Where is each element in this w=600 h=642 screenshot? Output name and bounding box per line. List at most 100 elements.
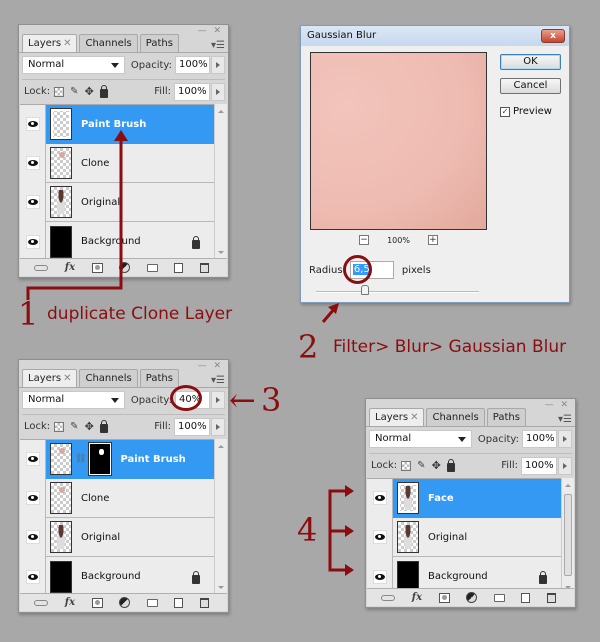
adjustment-layer-icon[interactable] bbox=[119, 597, 131, 608]
close-button[interactable]: x bbox=[541, 29, 565, 43]
fill-input[interactable]: 100% bbox=[521, 456, 557, 475]
zoom-in-button[interactable]: + bbox=[427, 235, 438, 245]
tab-channels[interactable]: Channels bbox=[79, 34, 138, 52]
layer-row[interactable]: Paint Brush bbox=[20, 104, 214, 144]
eye-icon[interactable] bbox=[372, 569, 387, 584]
layers-scrollbar[interactable] bbox=[214, 439, 227, 595]
new-group-icon[interactable] bbox=[146, 598, 158, 607]
eye-icon[interactable] bbox=[25, 530, 40, 544]
fx-icon[interactable]: fx bbox=[65, 597, 75, 608]
scroll-down-icon[interactable] bbox=[218, 586, 224, 589]
eye-icon[interactable] bbox=[372, 530, 387, 544]
fill-slider-button[interactable] bbox=[558, 456, 572, 475]
panel-window-controls[interactable]: — ✕ bbox=[198, 26, 223, 36]
add-mask-icon[interactable] bbox=[438, 592, 450, 603]
fx-icon[interactable]: fx bbox=[65, 262, 75, 273]
layer-row[interactable]: Background bbox=[20, 222, 214, 261]
eye-icon[interactable] bbox=[25, 491, 40, 505]
tab-paths[interactable]: Paths bbox=[139, 34, 179, 52]
tab-paths[interactable]: Paths bbox=[486, 408, 526, 426]
tab-channels[interactable]: Channels bbox=[79, 369, 138, 387]
trash-icon[interactable] bbox=[546, 592, 556, 603]
new-layer-icon[interactable] bbox=[174, 597, 184, 608]
trash-icon[interactable] bbox=[199, 597, 209, 608]
eye-icon[interactable] bbox=[25, 452, 40, 466]
lock-pixels-icon[interactable]: ✎ bbox=[417, 460, 425, 471]
new-layer-icon[interactable] bbox=[174, 262, 184, 273]
lock-position-icon[interactable]: ✥ bbox=[432, 459, 441, 472]
panel-window-controls[interactable]: — ✕ bbox=[198, 361, 223, 371]
new-layer-icon[interactable] bbox=[521, 592, 531, 603]
blend-mode-select[interactable]: Normal bbox=[22, 391, 125, 409]
eye-icon[interactable] bbox=[25, 569, 40, 584]
layers-scrollbar[interactable] bbox=[561, 478, 574, 595]
adjustment-layer-icon[interactable] bbox=[119, 262, 131, 273]
link-chain-icon[interactable]: ⛓ bbox=[75, 454, 86, 464]
blur-preview[interactable] bbox=[310, 52, 487, 230]
preview-checkbox[interactable]: ✓ Preview bbox=[500, 106, 552, 117]
layer-row[interactable]: Face bbox=[367, 478, 561, 518]
layer-row[interactable]: Original bbox=[20, 182, 214, 222]
radius-slider-thumb[interactable] bbox=[360, 285, 369, 295]
lock-transparency-icon[interactable] bbox=[54, 86, 65, 97]
scroll-up-icon[interactable] bbox=[565, 484, 571, 487]
opacity-input[interactable]: 100% bbox=[174, 56, 211, 74]
fill-input[interactable]: 100% bbox=[174, 417, 210, 436]
tab-layers[interactable]: Layers ✕ bbox=[22, 369, 78, 387]
fill-input[interactable]: 100% bbox=[174, 82, 210, 101]
add-mask-icon[interactable] bbox=[91, 597, 103, 608]
eye-icon[interactable] bbox=[372, 491, 387, 505]
lock-all-icon[interactable] bbox=[99, 419, 108, 433]
new-group-icon[interactable] bbox=[146, 263, 158, 272]
link-layers-icon[interactable] bbox=[34, 264, 49, 271]
layer-row[interactable]: Clone bbox=[20, 143, 214, 183]
ok-button[interactable]: OK bbox=[500, 54, 561, 70]
lock-all-icon[interactable] bbox=[99, 84, 108, 98]
add-mask-icon[interactable] bbox=[91, 262, 103, 273]
radius-slider-track[interactable] bbox=[316, 291, 479, 293]
scrollbar-thumb[interactable] bbox=[564, 494, 572, 576]
eye-icon[interactable] bbox=[25, 234, 40, 249]
layers-scrollbar[interactable] bbox=[214, 104, 227, 260]
panel-menu-icon[interactable]: ▾☰ bbox=[211, 375, 225, 386]
blend-mode-select[interactable]: Normal bbox=[369, 430, 472, 448]
link-layers-icon[interactable] bbox=[34, 599, 49, 606]
opacity-slider-button[interactable] bbox=[211, 391, 225, 409]
link-layers-icon[interactable] bbox=[381, 594, 396, 601]
lock-pixels-icon[interactable]: ✎ bbox=[70, 421, 78, 432]
scroll-down-icon[interactable] bbox=[218, 251, 224, 254]
eye-icon[interactable] bbox=[25, 195, 40, 209]
layer-row[interactable]: Original bbox=[367, 517, 561, 557]
tab-layers[interactable]: Layers ✕ bbox=[369, 408, 425, 426]
zoom-out-button[interactable]: − bbox=[359, 235, 370, 245]
opacity-slider-button[interactable] bbox=[558, 430, 572, 448]
layer-row[interactable]: Background bbox=[20, 557, 214, 596]
blend-mode-select[interactable]: Normal bbox=[22, 56, 125, 74]
eye-icon[interactable] bbox=[25, 117, 40, 131]
panel-menu-icon[interactable]: ▾☰ bbox=[211, 40, 225, 51]
layer-row[interactable]: Clone bbox=[20, 478, 214, 518]
trash-icon[interactable] bbox=[199, 262, 209, 273]
fill-slider-button[interactable] bbox=[211, 417, 225, 436]
cancel-button[interactable]: Cancel bbox=[500, 78, 561, 94]
lock-position-icon[interactable]: ✥ bbox=[85, 85, 94, 98]
opacity-input[interactable]: 100% bbox=[521, 430, 558, 448]
tab-paths[interactable]: Paths bbox=[139, 369, 179, 387]
eye-icon[interactable] bbox=[25, 156, 40, 170]
lock-pixels-icon[interactable]: ✎ bbox=[70, 86, 78, 97]
adjustment-layer-icon[interactable] bbox=[466, 592, 478, 603]
opacity-slider-button[interactable] bbox=[211, 56, 225, 74]
panel-menu-icon[interactable]: ▾☰ bbox=[558, 414, 572, 425]
close-tab-icon[interactable]: ✕ bbox=[63, 38, 71, 49]
close-tab-icon[interactable]: ✕ bbox=[410, 412, 418, 423]
layer-row[interactable]: Original bbox=[20, 517, 214, 557]
panel-window-controls[interactable]: — ✕ bbox=[545, 400, 570, 410]
layer-row[interactable]: ⛓ Paint Brush bbox=[20, 439, 214, 479]
fx-icon[interactable]: fx bbox=[412, 592, 422, 603]
new-group-icon[interactable] bbox=[493, 593, 505, 602]
close-tab-icon[interactable]: ✕ bbox=[63, 373, 71, 384]
tab-channels[interactable]: Channels bbox=[426, 408, 485, 426]
scroll-up-icon[interactable] bbox=[218, 445, 224, 448]
lock-position-icon[interactable]: ✥ bbox=[85, 420, 94, 433]
fill-slider-button[interactable] bbox=[211, 82, 225, 101]
